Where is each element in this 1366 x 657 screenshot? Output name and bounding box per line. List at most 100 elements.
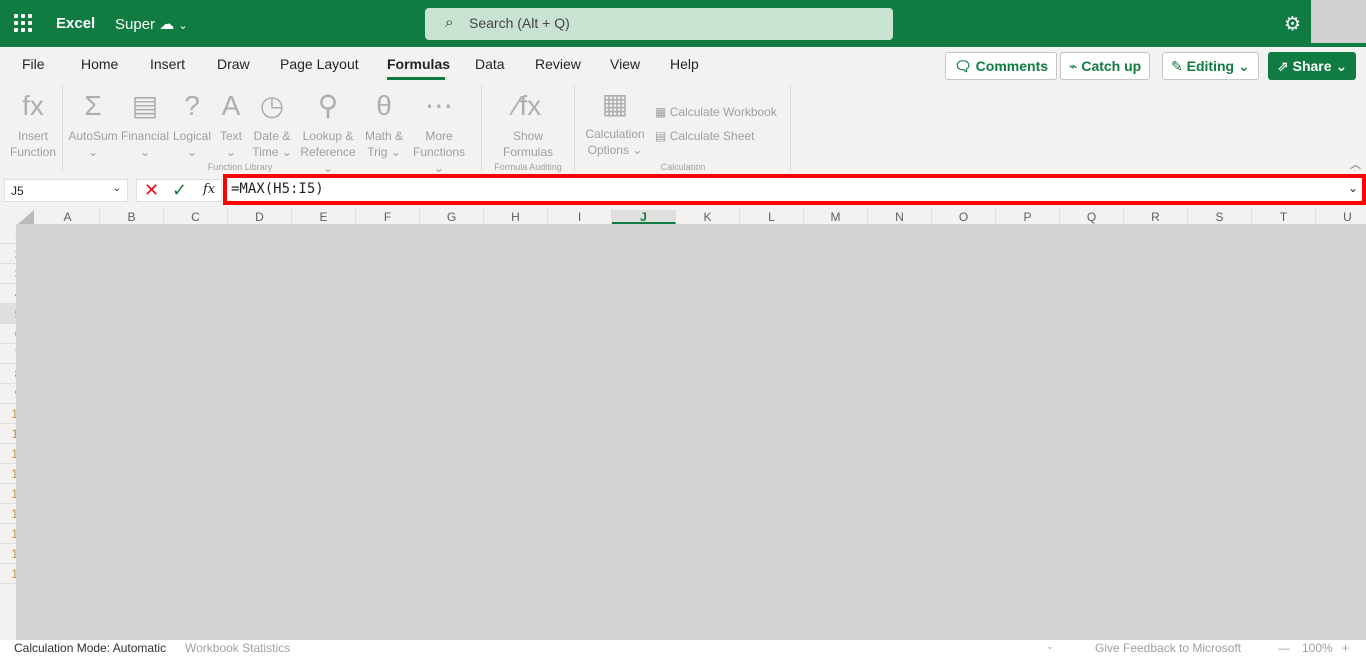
search-icon: ⌕	[445, 14, 454, 31]
show-formulas-button[interactable]: ⁄fx Show Formulas	[492, 88, 564, 160]
workbook-statistics[interactable]: Workbook Statistics	[185, 641, 290, 655]
function-category-icon: θ	[376, 90, 392, 121]
tab-view[interactable]: View	[610, 56, 640, 72]
comments-label: Comments	[975, 58, 1049, 74]
calculation-mode[interactable]: Calculation Mode: Automatic	[14, 641, 166, 655]
label: Insert	[17, 129, 48, 143]
app-launcher-icon[interactable]	[14, 14, 32, 32]
editing-mode-button[interactable]: ✎ Editing ⌄	[1162, 52, 1259, 80]
settings-gear-icon[interactable]: ⚙	[1284, 13, 1301, 36]
zoom-in-icon[interactable]: +	[1342, 641, 1349, 655]
column-header[interactable]: O	[932, 210, 996, 224]
function-button[interactable]: ◷ Date & Time ⌄	[250, 88, 294, 160]
column-header[interactable]: G	[420, 210, 484, 224]
function-button[interactable]: ? Logical ⌄	[170, 88, 214, 160]
tab-help[interactable]: Help	[670, 56, 699, 72]
group-label-calculation: Calculation	[660, 162, 706, 172]
cancel-icon[interactable]: ✕	[144, 180, 159, 201]
insert-function-icon[interactable]: fx	[203, 182, 215, 197]
column-header[interactable]: C	[164, 210, 228, 224]
column-header[interactable]: R	[1124, 210, 1188, 224]
label: Calculate Workbook	[669, 105, 777, 119]
pencil-icon: ✎	[1171, 58, 1183, 74]
formula-value: =MAX(H5:I5)	[231, 181, 324, 197]
show-formulas-icon: ⁄fx	[514, 90, 542, 121]
select-all-button[interactable]	[18, 210, 34, 224]
column-header[interactable]: E	[292, 210, 356, 224]
label: ⌄	[186, 145, 198, 159]
function-button[interactable]: ⋯ More Functions ⌄	[412, 88, 466, 176]
function-button[interactable]: A Text ⌄	[214, 88, 248, 160]
formula-buttons: ✕ ✓ fx	[136, 179, 222, 202]
label: More	[425, 129, 453, 143]
catch-up-button[interactable]: ⌁ Catch up	[1060, 52, 1151, 80]
calculate-sheet-button[interactable]: ▤ Calculate Sheet	[655, 128, 754, 144]
share-label: Share	[1292, 58, 1332, 74]
enter-check-icon[interactable]: ✓	[172, 180, 187, 201]
function-button[interactable]: fx Insert Function	[4, 88, 62, 160]
chevron-down-icon[interactable]: ⌄	[1046, 641, 1054, 652]
divider	[62, 86, 63, 170]
tab-home[interactable]: Home	[81, 56, 118, 72]
app-name[interactable]: Excel	[56, 15, 95, 32]
column-header[interactable]: K	[676, 210, 740, 224]
zoom-level[interactable]: 100%	[1302, 641, 1333, 655]
cloud-saved-icon: ☁	[159, 16, 175, 33]
comments-button[interactable]: 🗨 Comments	[945, 52, 1058, 80]
expand-formula-bar-icon[interactable]: ⌄	[1348, 181, 1358, 195]
tab-insert[interactable]: Insert	[150, 56, 185, 72]
function-category-icon: Σ	[84, 90, 102, 121]
function-category-icon: A	[221, 90, 241, 121]
formula-input[interactable]: =MAX(H5:I5) ⌄	[223, 174, 1366, 205]
active-tab-indicator	[387, 77, 445, 80]
column-header[interactable]: I	[548, 210, 612, 224]
divider	[481, 86, 482, 170]
label: Time ⌄	[252, 145, 292, 159]
column-header[interactable]: M	[804, 210, 868, 224]
label: Financial	[120, 129, 170, 143]
column-header[interactable]: D	[228, 210, 292, 224]
share-button[interactable]: ⇗ Share ⌄	[1268, 52, 1357, 80]
collapse-ribbon-icon[interactable]: ︿	[1350, 156, 1361, 172]
label: Math &	[364, 129, 403, 143]
column-header[interactable]: F	[356, 210, 420, 224]
feedback-link[interactable]: Give Feedback to Microsoft	[1095, 641, 1241, 655]
label: Formulas	[502, 145, 553, 159]
column-header[interactable]: A	[36, 210, 100, 224]
function-button[interactable]: ▤ Financial ⌄	[120, 88, 170, 160]
column-header[interactable]: S	[1188, 210, 1252, 224]
function-button[interactable]: θ Math & Trig ⌄	[360, 88, 408, 160]
label: AutoSum	[68, 129, 118, 143]
label: Function	[9, 145, 57, 159]
calculation-options-button[interactable]: ▦ Calculation Options ⌄	[582, 86, 648, 158]
label: ⌄	[139, 145, 151, 159]
document-title[interactable]: Super ☁ ⌄	[115, 15, 188, 33]
tab-data[interactable]: Data	[475, 56, 505, 72]
column-header[interactable]: P	[996, 210, 1060, 224]
column-header[interactable]: Q	[1060, 210, 1124, 224]
avatar[interactable]	[1311, 0, 1366, 43]
column-header[interactable]: J	[612, 210, 676, 224]
label: Lookup &	[302, 129, 354, 143]
activity-icon: ⌁	[1069, 58, 1078, 74]
name-box[interactable]: J5 ⌄	[4, 179, 128, 202]
tab-formulas[interactable]: Formulas	[387, 56, 450, 72]
search-input[interactable]: ⌕ Search (Alt + Q)	[425, 8, 893, 40]
tab-page-layout[interactable]: Page Layout	[280, 56, 359, 72]
zoom-out-icon[interactable]: —	[1278, 641, 1290, 655]
label: Text	[219, 129, 242, 143]
column-header[interactable]: L	[740, 210, 804, 224]
column-header[interactable]: N	[868, 210, 932, 224]
divider	[790, 86, 791, 170]
column-header[interactable]: B	[100, 210, 164, 224]
column-header[interactable]: U	[1316, 210, 1366, 224]
tab-review[interactable]: Review	[535, 56, 581, 72]
column-header[interactable]: T	[1252, 210, 1316, 224]
calculate-workbook-button[interactable]: ▦ Calculate Workbook	[655, 104, 777, 120]
doc-name: Super	[115, 16, 156, 33]
function-button[interactable]: Σ AutoSum ⌄	[66, 88, 120, 160]
label: Trig ⌄	[367, 145, 401, 159]
tab-file[interactable]: File	[22, 56, 45, 72]
tab-draw[interactable]: Draw	[217, 56, 250, 72]
column-header[interactable]: H	[484, 210, 548, 224]
